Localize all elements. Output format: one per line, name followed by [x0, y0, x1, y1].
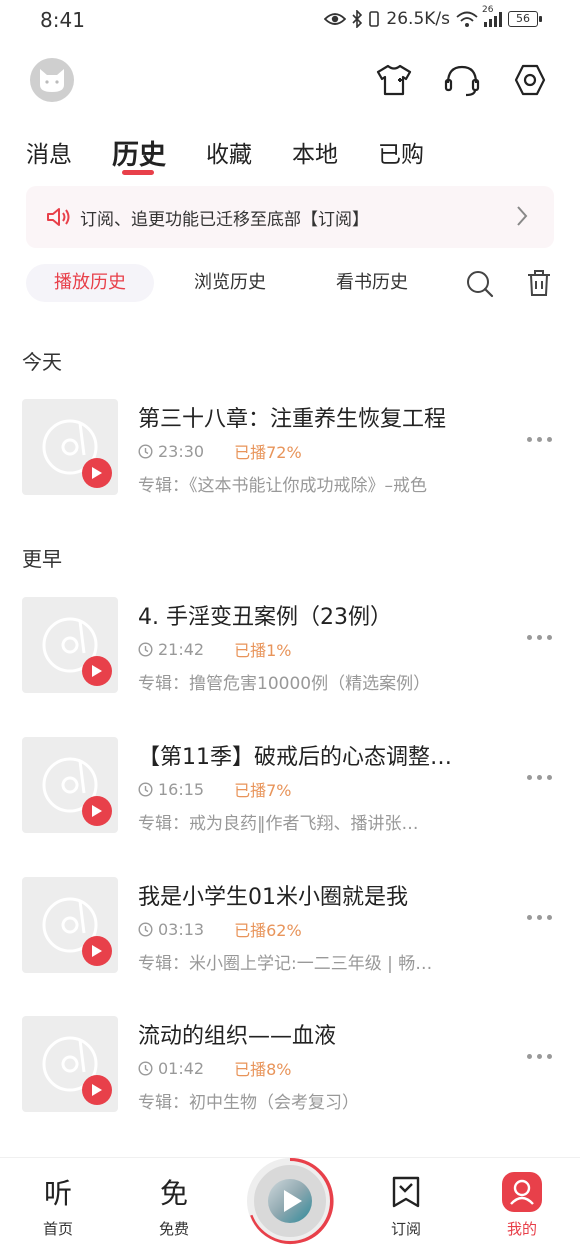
trash-icon[interactable]	[526, 269, 552, 297]
eye-icon	[324, 13, 347, 25]
more-icon[interactable]	[527, 437, 552, 442]
main-tabs: 消息 历史 收藏 本地 已购	[26, 135, 464, 175]
item-meta: 01:42 已播8%	[138, 1056, 292, 1080]
battery-indicator: 56	[508, 11, 542, 27]
search-icon[interactable]	[466, 270, 494, 298]
item-title: 【第11季】破戒后的心态调整…	[138, 745, 452, 770]
item-title: 我是小学生01米小圈就是我	[138, 885, 408, 910]
cat-avatar-icon	[40, 69, 64, 92]
play-icon[interactable]	[82, 936, 112, 966]
item-title: 第三十八章：注重养生恢复工程	[138, 407, 447, 432]
item-title: 流动的组织——血液	[138, 1024, 337, 1049]
clock-icon	[138, 443, 153, 459]
header-icons	[374, 60, 550, 100]
nav-home-label: 首页	[42, 1220, 73, 1238]
nav-subscribe[interactable]: 订阅	[366, 1172, 446, 1239]
clock-icon	[138, 1060, 153, 1076]
item-duration: 21:42	[158, 639, 205, 659]
signal-icon: 26	[482, 5, 502, 27]
item-played: 已播7%	[234, 781, 292, 800]
avatar[interactable]	[30, 58, 74, 102]
status-bar: 8:41 26.5K/s 26 56	[0, 0, 580, 40]
item-played: 已播8%	[234, 1060, 292, 1079]
bottom-nav: 听 首页 免 免费 订阅 我的	[0, 1157, 580, 1257]
list-item[interactable]: 我是小学生01米小圈就是我 03:13 已播62% 专辑：米小圈上学记:一二三年…	[22, 877, 562, 975]
notice-banner[interactable]: 订阅、追更功能已迁移至底部【订阅】	[26, 186, 554, 248]
nav-home[interactable]: 听 首页	[18, 1172, 98, 1239]
clock-icon	[138, 781, 153, 797]
item-album: 专辑：戒为良药‖作者飞翔、播讲张…	[138, 814, 419, 834]
gear-icon	[514, 64, 546, 96]
more-icon[interactable]	[527, 1054, 552, 1059]
list-item[interactable]: 4. 手淫变丑案例（23例） 21:42 已播1% 专辑：撸管危害10000例（…	[22, 597, 562, 695]
tshirt-icon	[376, 64, 412, 96]
customer-service-button[interactable]	[442, 60, 482, 100]
vibrate-icon	[369, 11, 380, 27]
item-album: 专辑：撸管危害10000例（精选案例）	[138, 674, 431, 694]
nav-mine[interactable]: 我的	[482, 1172, 562, 1239]
item-meta: 03:13 已播62%	[138, 917, 302, 941]
nav-free[interactable]: 免 免费	[134, 1172, 214, 1239]
item-album: 专辑：米小圈上学记:一二三年级 | 畅…	[138, 954, 433, 974]
item-meta: 21:42 已播1%	[138, 637, 292, 661]
subtab-play-history[interactable]: 播放历史	[26, 264, 154, 302]
item-title: 4. 手淫变丑案例（23例）	[138, 605, 392, 630]
tab-local[interactable]: 本地	[292, 135, 338, 175]
list-item[interactable]: 第三十八章：注重养生恢复工程 23:30 已播72% 专辑：《这本书能让你成功戒…	[22, 399, 562, 497]
tab-favorites[interactable]: 收藏	[206, 135, 252, 175]
more-icon[interactable]	[527, 775, 552, 780]
chevron-right-icon	[517, 206, 528, 226]
list-item[interactable]: 流动的组织——血液 01:42 已播8% 专辑：初中生物（会考复习）	[22, 1016, 562, 1114]
item-meta: 23:30 已播72%	[138, 439, 302, 463]
clock-icon	[138, 641, 153, 657]
item-played: 已播72%	[234, 443, 302, 462]
tab-messages[interactable]: 消息	[26, 135, 72, 175]
list-item[interactable]: 【第11季】破戒后的心态调整… 16:15 已播7% 专辑：戒为良药‖作者飞翔、…	[22, 737, 562, 835]
status-time: 8:41	[40, 8, 85, 32]
play-icon	[284, 1190, 302, 1212]
wifi-icon	[456, 11, 478, 27]
item-played: 已播1%	[234, 641, 292, 660]
home-icon: 听	[43, 1177, 72, 1210]
speaker-icon	[47, 208, 70, 226]
nav-free-label: 免费	[158, 1220, 189, 1238]
free-icon: 免	[159, 1177, 188, 1210]
item-duration: 16:15	[158, 779, 205, 799]
play-icon[interactable]	[82, 458, 112, 488]
play-icon[interactable]	[82, 1075, 112, 1105]
clock-icon	[138, 921, 153, 937]
signal-label: 26	[482, 5, 494, 15]
tab-history[interactable]: 历史	[112, 133, 166, 175]
nav-subscribe-label: 订阅	[390, 1220, 421, 1238]
item-duration: 01:42	[158, 1058, 205, 1078]
headset-icon	[444, 65, 480, 97]
section-today: 今天	[22, 350, 62, 374]
notice-text: 订阅、追更功能已迁移至底部【订阅】	[80, 209, 369, 230]
status-right: 26.5K/s 26 56	[324, 5, 542, 29]
more-icon[interactable]	[527, 635, 552, 640]
bluetooth-icon	[352, 10, 363, 28]
play-icon[interactable]	[82, 656, 112, 686]
profile-icon	[482, 1172, 562, 1212]
network-speed: 26.5K/s	[386, 9, 450, 29]
subscribe-icon	[366, 1172, 446, 1212]
section-earlier: 更早	[22, 547, 62, 571]
more-icon[interactable]	[527, 915, 552, 920]
sub-tabs: 播放历史 浏览历史 看书历史	[26, 264, 554, 304]
item-duration: 23:30	[158, 441, 205, 461]
tshirt-button[interactable]	[374, 60, 414, 100]
item-meta: 16:15 已播7%	[138, 777, 292, 801]
subtab-reading-history[interactable]: 看书历史	[336, 264, 408, 302]
settings-button[interactable]	[510, 60, 550, 100]
now-playing-button[interactable]	[250, 1161, 330, 1241]
item-played: 已播62%	[234, 921, 302, 940]
tab-purchased[interactable]: 已购	[378, 135, 424, 175]
subtab-browse-history[interactable]: 浏览历史	[194, 264, 266, 302]
item-duration: 03:13	[158, 919, 205, 939]
nav-mine-label: 我的	[506, 1220, 537, 1238]
item-album: 专辑：《这本书能让你成功戒除》–戒色	[138, 476, 427, 496]
play-icon[interactable]	[82, 796, 112, 826]
item-album: 专辑：初中生物（会考复习）	[138, 1093, 359, 1113]
